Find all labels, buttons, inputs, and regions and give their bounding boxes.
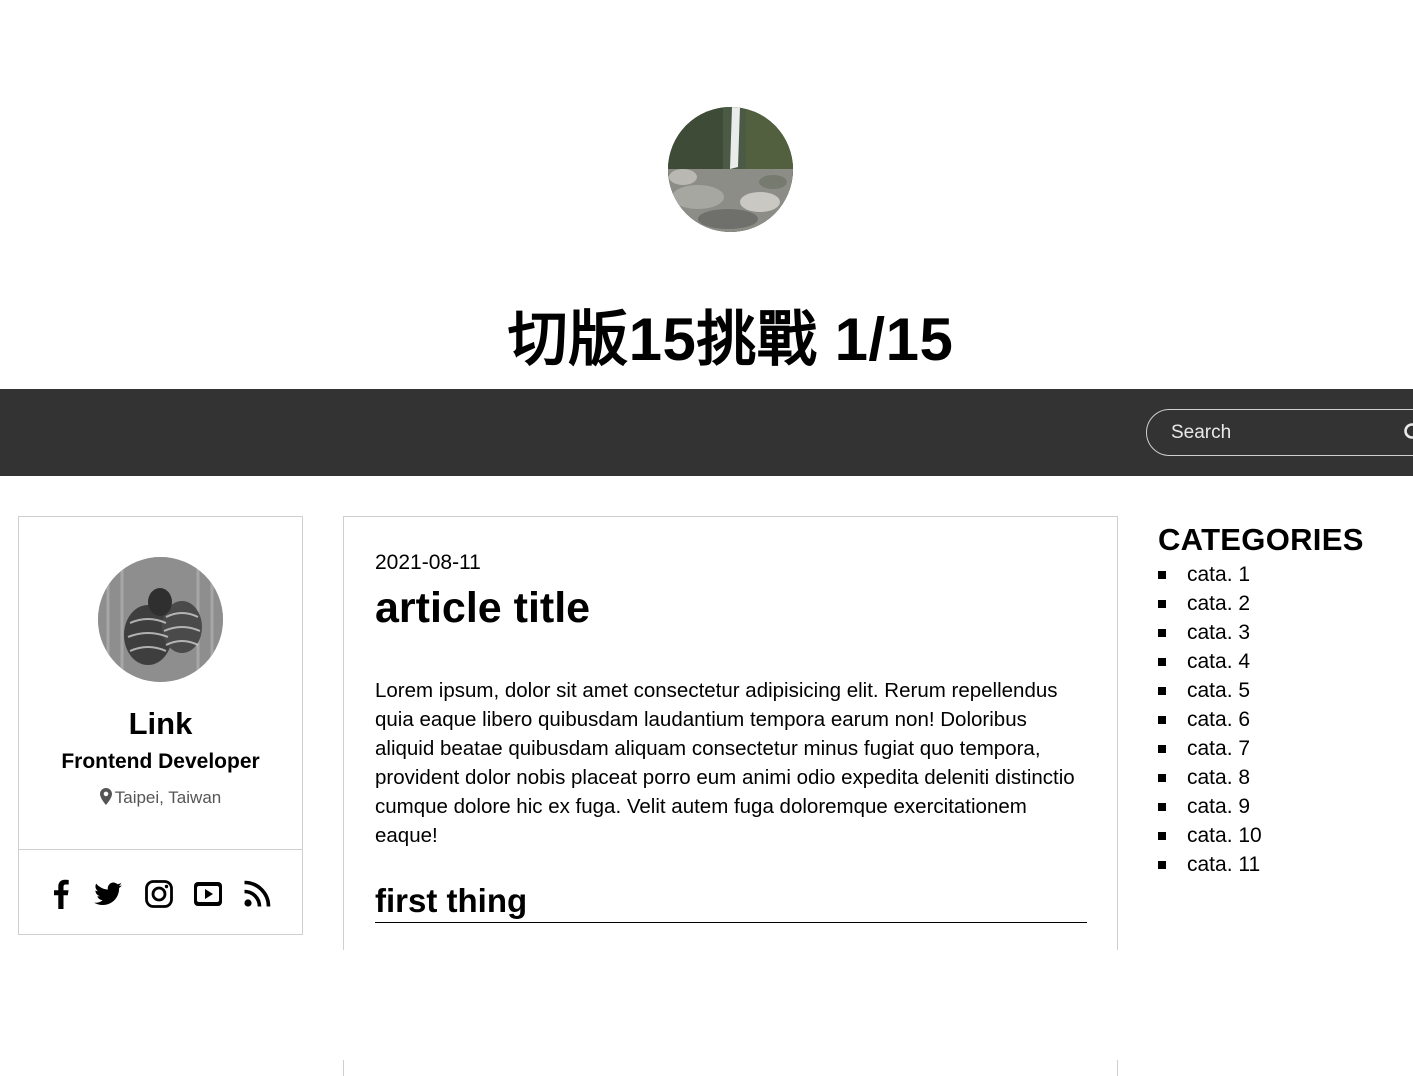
article-title: article title xyxy=(375,581,590,635)
category-item[interactable]: cata. 5 xyxy=(1158,676,1413,705)
category-item[interactable]: cata. 10 xyxy=(1158,821,1413,850)
search-input[interactable] xyxy=(1171,410,1391,455)
site-title: 切版15挑戰 1/15 xyxy=(0,302,1413,378)
youtube-icon[interactable] xyxy=(192,878,224,910)
category-list: cata. 1 cata. 2 cata. 3 cata. 4 cata. 5 … xyxy=(1158,560,1413,879)
social-links xyxy=(19,851,302,934)
instagram-icon[interactable] xyxy=(143,878,175,910)
profile-location: Taipei, Taiwan xyxy=(19,787,302,809)
rss-icon[interactable] xyxy=(241,878,273,910)
search-icon[interactable] xyxy=(1403,422,1413,444)
category-item[interactable]: cata. 8 xyxy=(1158,763,1413,792)
site-avatar-waterfall-image xyxy=(668,107,793,232)
navbar xyxy=(0,389,1413,476)
profile-avatar-pinecone-image xyxy=(98,557,223,682)
article-date: 2021-08-11 xyxy=(375,550,481,576)
category-item[interactable]: cata. 11 xyxy=(1158,850,1413,879)
search-box[interactable] xyxy=(1146,409,1413,456)
page-bottom-whitespace xyxy=(0,950,1413,1060)
profile-card: Link Frontend Developer Taipei, Taiwan xyxy=(18,516,303,935)
category-item[interactable]: cata. 6 xyxy=(1158,705,1413,734)
site-header: 切版15挑戰 1/15 xyxy=(0,0,1413,389)
category-item[interactable]: cata. 7 xyxy=(1158,734,1413,763)
categories-title: CATEGORIES xyxy=(1158,520,1413,560)
map-pin-icon xyxy=(100,788,112,805)
profile-name: Link xyxy=(19,705,302,743)
category-item[interactable]: cata. 1 xyxy=(1158,560,1413,589)
facebook-icon[interactable] xyxy=(45,878,77,910)
profile-location-text: Taipei, Taiwan xyxy=(115,788,221,807)
category-item[interactable]: cata. 3 xyxy=(1158,618,1413,647)
article-body: Lorem ipsum, dolor sit amet consectetur … xyxy=(375,676,1087,850)
profile-role: Frontend Developer xyxy=(19,749,302,775)
category-item[interactable]: cata. 9 xyxy=(1158,792,1413,821)
category-item[interactable]: cata. 4 xyxy=(1158,647,1413,676)
section-heading: first thing xyxy=(375,881,1087,923)
profile-info: Link Frontend Developer Taipei, Taiwan xyxy=(19,517,302,850)
categories-sidebar: CATEGORIES cata. 1 cata. 2 cata. 3 cata.… xyxy=(1158,520,1413,879)
twitter-icon[interactable] xyxy=(92,878,124,910)
category-item[interactable]: cata. 2 xyxy=(1158,589,1413,618)
